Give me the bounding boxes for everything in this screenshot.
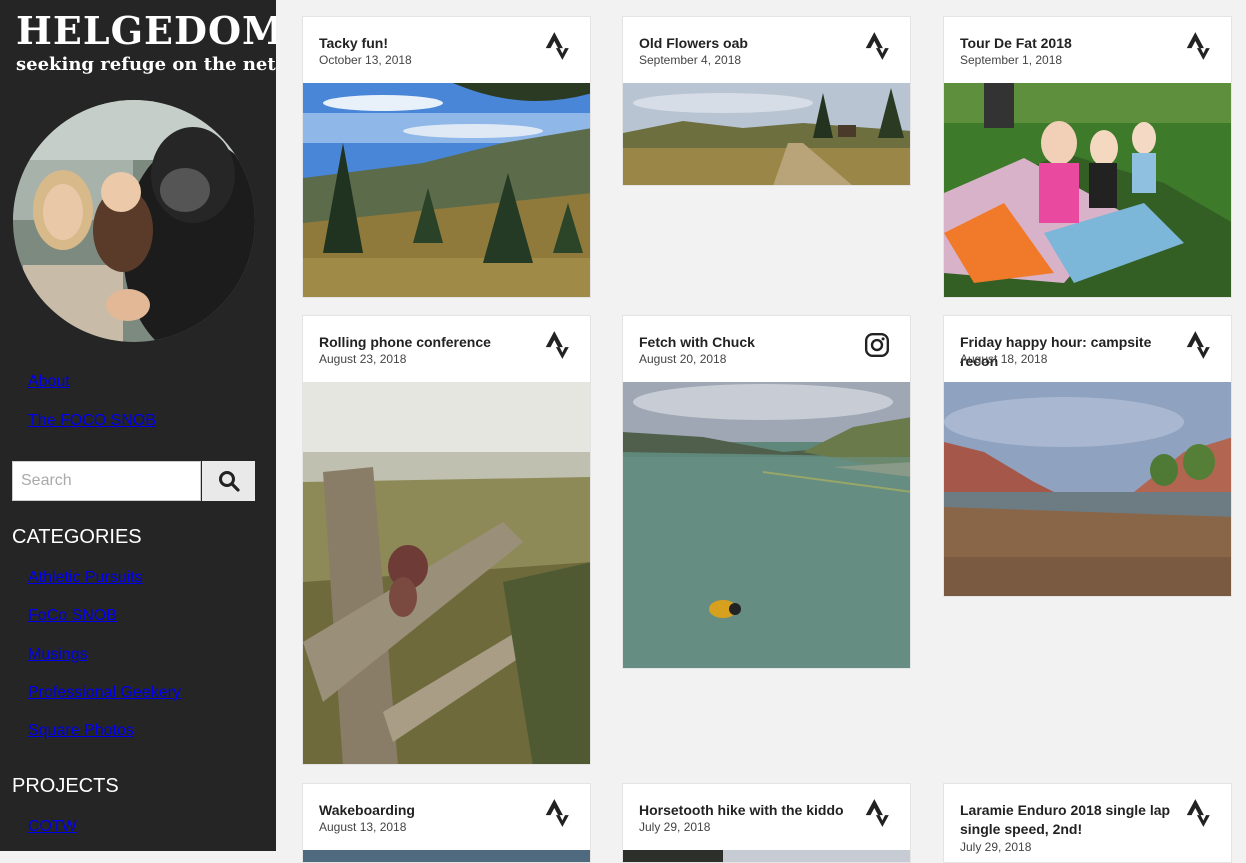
post-title[interactable]: Horsetooth hike with the kiddo bbox=[639, 801, 867, 820]
category-link[interactable]: Square Photos bbox=[28, 722, 134, 740]
post-date: August 13, 2018 bbox=[319, 820, 407, 834]
post-date: October 13, 2018 bbox=[319, 53, 412, 67]
site-tagline: seeking refuge on the net bbox=[16, 54, 276, 75]
search-icon bbox=[218, 471, 240, 492]
post-title[interactable]: Wakeboarding bbox=[319, 801, 547, 820]
post-photo[interactable] bbox=[303, 83, 591, 298]
post-title[interactable]: Old Flowers oab bbox=[639, 34, 867, 53]
sidebar: HELGEDOM seeking refuge on the net About… bbox=[0, 0, 276, 851]
post-date: September 4, 2018 bbox=[639, 53, 742, 67]
post-date: September 1, 2018 bbox=[960, 53, 1063, 67]
post-photo[interactable] bbox=[303, 382, 591, 765]
post-card[interactable]: Tacky fun! October 13, 2018 bbox=[302, 16, 591, 298]
search-input[interactable] bbox=[12, 461, 201, 501]
strava-icon[interactable] bbox=[544, 31, 570, 61]
post-title[interactable]: Laramie Enduro 2018 single lap single sp… bbox=[960, 801, 1188, 839]
strava-icon[interactable] bbox=[544, 330, 570, 360]
post-card[interactable]: Laramie Enduro 2018 single lap single sp… bbox=[943, 783, 1232, 863]
post-photo[interactable] bbox=[303, 850, 591, 863]
post-card[interactable]: Horsetooth hike with the kiddo July 29, … bbox=[622, 783, 911, 863]
post-date: August 20, 2018 bbox=[639, 352, 727, 366]
post-date: August 23, 2018 bbox=[319, 352, 407, 366]
post-date: July 29, 2018 bbox=[960, 840, 1032, 854]
category-link[interactable]: FoCo SNOB bbox=[28, 607, 117, 625]
post-date: August 18, 2018 bbox=[960, 352, 1048, 366]
avatar bbox=[13, 100, 255, 342]
search-form bbox=[12, 461, 255, 501]
post-photo[interactable] bbox=[944, 83, 1232, 298]
strava-icon[interactable] bbox=[864, 798, 890, 828]
project-link[interactable]: COTW bbox=[28, 818, 77, 836]
post-title[interactable]: Fetch with Chuck bbox=[639, 333, 867, 352]
post-card[interactable]: Fetch with Chuck August 20, 2018 bbox=[622, 315, 911, 669]
strava-icon[interactable] bbox=[864, 31, 890, 61]
post-card[interactable]: Friday happy hour: campsite recon August… bbox=[943, 315, 1232, 597]
category-link[interactable]: Professional Geekery bbox=[28, 684, 181, 702]
post-card[interactable]: Old Flowers oab September 4, 2018 bbox=[622, 16, 911, 186]
strava-icon[interactable] bbox=[1185, 31, 1211, 61]
projects-heading: PROJECTS bbox=[12, 775, 119, 797]
post-photo[interactable] bbox=[623, 382, 911, 669]
instagram-icon[interactable] bbox=[864, 330, 890, 360]
post-title[interactable]: Tour De Fat 2018 bbox=[960, 34, 1188, 53]
post-title[interactable]: Tacky fun! bbox=[319, 34, 547, 53]
site-title[interactable]: HELGEDOM bbox=[16, 8, 276, 53]
post-photo[interactable] bbox=[944, 382, 1232, 597]
post-photo[interactable] bbox=[623, 850, 911, 863]
strava-icon[interactable] bbox=[544, 798, 570, 828]
search-button[interactable] bbox=[202, 461, 255, 501]
post-photo[interactable] bbox=[623, 83, 911, 186]
categories-heading: CATEGORIES bbox=[12, 526, 142, 548]
category-link[interactable]: Musings bbox=[28, 646, 88, 664]
post-title[interactable]: Rolling phone conference bbox=[319, 333, 547, 352]
strava-icon[interactable] bbox=[1185, 798, 1211, 828]
post-card[interactable]: Wakeboarding August 13, 2018 bbox=[302, 783, 591, 863]
nav-link-about[interactable]: About bbox=[28, 373, 70, 391]
category-link[interactable]: Athletic Pursuits bbox=[28, 569, 143, 587]
post-date: July 29, 2018 bbox=[639, 820, 711, 834]
post-card[interactable]: Rolling phone conference August 23, 2018 bbox=[302, 315, 591, 765]
strava-icon[interactable] bbox=[1185, 330, 1211, 360]
nav-link-foco-snob[interactable]: The FOCO SNOB bbox=[28, 412, 156, 430]
post-card[interactable]: Tour De Fat 2018 September 1, 2018 bbox=[943, 16, 1232, 298]
